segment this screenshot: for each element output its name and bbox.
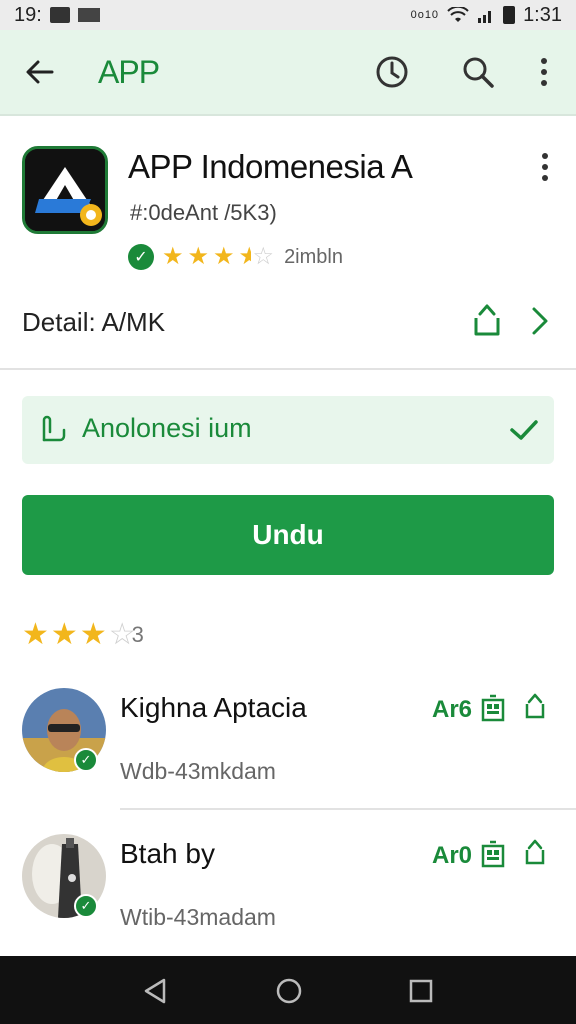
star-icon: ★ [79,618,107,651]
star-icon: ★ [213,243,235,270]
review-tag: Ar6 [432,696,473,723]
status-left-text: 19: [14,3,42,26]
language-selector[interactable]: Anolonesi ium [22,396,554,464]
star-icon: ★ [22,618,49,651]
verified-icon: ✓ [128,244,154,270]
half-star-icon: ★ [238,245,251,269]
network-speed: 0ᴏ10 [410,9,440,21]
app-logo-icon [25,149,105,231]
battery-icon [503,6,516,24]
more-vert-icon[interactable] [526,54,562,90]
nav-home-icon[interactable] [274,976,304,1006]
check-icon [510,420,538,440]
verified-icon: ✓ [74,748,98,772]
wifi-icon [447,7,469,22]
rating-count: 2imbln [284,245,343,268]
star-icon: ★ [187,243,210,270]
nav-back-icon[interactable] [140,976,170,1006]
status-time: 1:31 [523,3,562,26]
app-name: APP Indomenesia A [128,148,413,185]
back-arrow-icon[interactable] [22,54,58,90]
app-subtitle: #:0deAnt /5K3) [130,200,277,225]
chevron-right-icon[interactable] [526,304,554,338]
touch-icon [42,415,66,442]
mail-notification-icon [77,8,100,22]
overall-rating: ★ ★ ★ ☆ 3 [22,620,144,650]
review-tag: Ar0 [432,842,473,869]
detail-label: Detail: A/MK [22,307,166,337]
image-notification-icon [49,7,70,23]
star-icon: ★ [162,243,184,270]
review-author: Btah by [120,838,215,869]
verified-icon: ✓ [74,894,98,918]
overall-rating-value: 3 [131,622,144,647]
share-icon[interactable] [522,838,548,866]
review-meta: Wdb-43mkdam [120,758,276,784]
divider [0,368,576,370]
app-rating: ✓ ★ ★ ★ ★ ☆ 2imbln [128,244,343,270]
status-right: 0ᴏ10 1:31 [411,4,562,27]
status-bar: 19: 0ᴏ10 1:31 [0,0,576,30]
history-icon[interactable] [374,54,410,90]
empty-star-icon: ☆ [252,243,275,270]
app-more-icon[interactable] [528,150,562,186]
app-bar: APP [0,30,576,116]
share-icon[interactable] [470,302,504,338]
status-left: 19: [14,4,100,27]
search-icon[interactable] [460,54,496,90]
app-bar-title: APP [98,54,160,90]
signal-icon [478,11,492,23]
review-item[interactable]: ✓ Kighna Aptacia Ar6 Wdb-43mkdam [0,680,576,810]
selector-label: Anolonesi ium [82,413,252,443]
share-icon[interactable] [522,692,548,720]
nav-recents-icon[interactable] [406,976,436,1006]
building-icon[interactable] [480,840,506,868]
building-icon[interactable] [480,694,506,722]
app-logo[interactable] [22,146,108,234]
star-icon: ★ [50,618,78,651]
review-meta: Wtib-43madam [120,904,276,930]
system-nav-bar [0,956,576,1024]
install-button[interactable]: Undu [22,495,554,575]
review-author: Kighna Aptacia [120,692,307,723]
divider [120,808,576,810]
review-item[interactable]: ✓ Btah by Ar0 Wtib-43madam [0,826,576,956]
